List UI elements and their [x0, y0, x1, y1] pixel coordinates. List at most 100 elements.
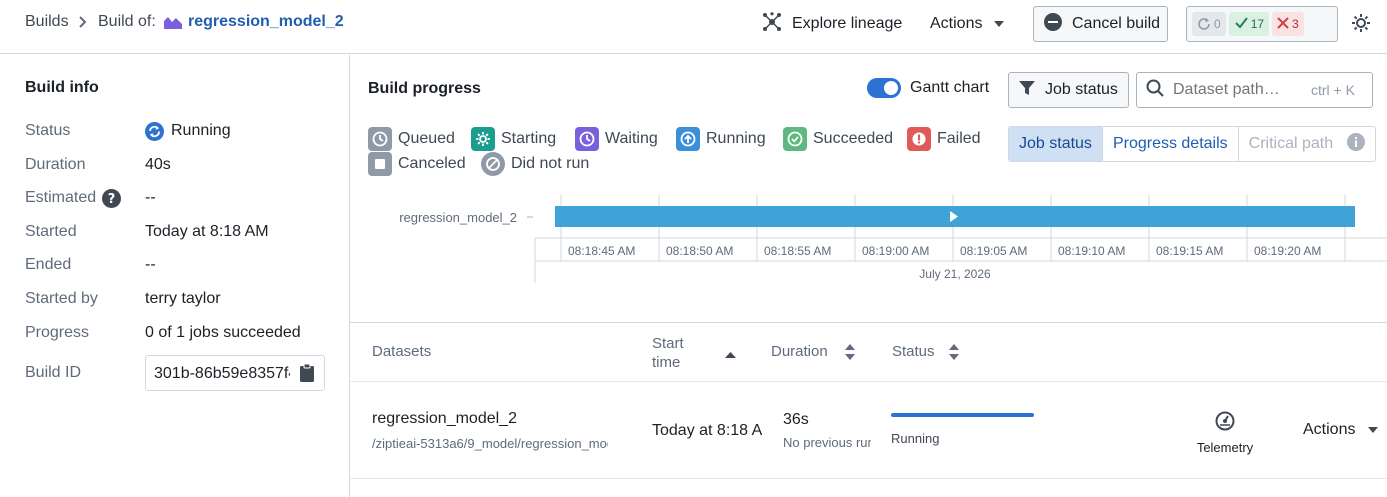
sort-icon[interactable]	[949, 344, 959, 365]
gantt-tick-label: 08:19:15 AM	[1156, 244, 1223, 258]
cancel-build-button[interactable]: Cancel build	[1033, 6, 1168, 42]
duration-label: Duration	[25, 156, 86, 173]
dataset-search-field[interactable]: ctrl + K	[1136, 72, 1373, 108]
legend-starting: Starting	[471, 127, 556, 151]
row-status: Running	[891, 431, 940, 446]
legend-label: Running	[706, 130, 766, 147]
row-actions-button[interactable]: Actions	[1303, 421, 1379, 439]
sort-asc-icon[interactable]	[725, 346, 736, 364]
table-divider	[350, 322, 1387, 323]
duration-sub: No previous run	[783, 435, 871, 450]
legend-label: Starting	[501, 130, 557, 147]
clock-icon	[368, 127, 392, 151]
job-status-filter-button[interactable]: Job status	[1008, 72, 1129, 108]
sort-icon[interactable]	[845, 344, 855, 365]
view-progress-details[interactable]: Progress details	[1103, 127, 1239, 161]
critical-path-label: Critical path	[1248, 135, 1334, 152]
help-icon[interactable]: ?	[102, 189, 121, 213]
gantt-tick-label: 08:19:00 AM	[862, 244, 929, 258]
info-icon	[1347, 132, 1366, 156]
gantt-date-label: July 21, 2026	[919, 267, 991, 281]
running-status-icon	[145, 122, 164, 146]
success-count: 17	[1250, 17, 1265, 31]
arrow-up-icon	[676, 127, 700, 151]
build-id-value: 301b-86b59e8357f4	[154, 365, 298, 382]
failed-count: 3	[1292, 17, 1299, 31]
clipboard-icon[interactable]	[290, 356, 324, 390]
legend-waiting: Waiting	[575, 127, 658, 151]
column-header-status[interactable]: Status	[892, 343, 935, 360]
build-info-panel: Build info Status Running Duration 40s E…	[0, 55, 350, 497]
status-value: Running	[171, 122, 231, 139]
check-icon	[783, 127, 807, 151]
start-time-value: Today at 8:18 AM	[652, 422, 762, 439]
legend-succeeded: Succeeded	[783, 127, 893, 151]
gantt-tick-label: 08:18:50 AM	[666, 244, 733, 258]
explore-lineage-label: Explore lineage	[792, 15, 903, 32]
retry-count-badge[interactable]: 0	[1192, 12, 1226, 36]
build-progress-panel: Build progress Gantt chart Job status ct…	[350, 55, 1387, 497]
build-id-label: Build ID	[25, 364, 82, 381]
job-counts: 0 17 3	[1186, 6, 1338, 42]
chevron-right-icon	[78, 13, 88, 36]
view-segmented-control: Job status Progress details Critical pat…	[1008, 126, 1377, 162]
stop-icon	[368, 152, 392, 176]
legend-canceled: Canceled	[368, 152, 466, 176]
status-label: Status	[25, 122, 71, 139]
duration-value: 40s	[145, 156, 171, 173]
legend-label: Canceled	[398, 155, 466, 172]
started-label: Started	[25, 223, 77, 240]
gantt-tick-label: 08:18:45 AM	[568, 244, 635, 258]
telemetry-label: Telemetry	[1196, 440, 1254, 455]
dataset-model-icon	[163, 15, 183, 36]
actions-label: Actions	[930, 15, 983, 32]
clock-icon	[575, 127, 599, 151]
refresh-icon	[1197, 16, 1211, 33]
dataset-path: /ziptieai-5313a6/9_model/regression_mode…	[372, 436, 608, 451]
legend-queued: Queued	[368, 127, 455, 151]
settings-gear-icon[interactable]	[1351, 13, 1371, 38]
ended-value: --	[145, 256, 156, 273]
duration-value: 36s	[783, 411, 809, 428]
view-job-status[interactable]: Job status	[1009, 127, 1103, 161]
success-count-badge[interactable]: 17	[1228, 12, 1270, 36]
column-header-start-time[interactable]: Start time	[652, 334, 696, 372]
gantt-toggle[interactable]: Gantt chart	[867, 78, 989, 98]
toggle-switch[interactable]	[867, 78, 901, 98]
breadcrumb-build-of: Build of:	[98, 13, 156, 30]
breadcrumb-builds[interactable]: Builds	[25, 13, 69, 31]
search-icon	[1146, 79, 1164, 102]
actions-menu-button[interactable]: Actions	[930, 6, 1005, 42]
legend-running: Running	[676, 127, 766, 151]
dataset-search-input[interactable]	[1173, 81, 1293, 99]
dataset-name[interactable]: regression_model_2	[372, 410, 517, 428]
build-progress-title: Build progress	[368, 80, 481, 97]
caret-down-icon	[994, 15, 1005, 33]
gauge-icon	[1215, 411, 1235, 436]
minus-circle-icon	[1044, 12, 1062, 36]
error-icon	[907, 127, 931, 151]
breadcrumb-dataset[interactable]: regression_model_2	[188, 13, 344, 31]
telemetry-button[interactable]: Telemetry	[1188, 411, 1262, 455]
gantt-row-label: regression_model_2	[399, 210, 517, 225]
legend-label: Failed	[937, 130, 981, 147]
progress-value: 0 of 1 jobs succeeded	[145, 324, 301, 341]
build-id-field[interactable]: 301b-86b59e8357f4	[145, 355, 325, 391]
legend-label: Did not run	[511, 155, 590, 172]
explore-lineage-button[interactable]: Explore lineage	[762, 6, 902, 42]
lineage-icon	[762, 11, 782, 37]
column-header-datasets[interactable]: Datasets	[372, 343, 431, 360]
svg-text:?: ?	[108, 192, 116, 207]
cancel-build-label: Cancel build	[1072, 15, 1161, 32]
build-info-title: Build info	[25, 79, 99, 96]
failed-count-badge[interactable]: 3	[1272, 12, 1304, 36]
legend-label: Waiting	[605, 130, 658, 147]
caret-down-icon	[1368, 421, 1379, 439]
estimated-value: --	[145, 189, 156, 206]
legend-label: Queued	[398, 130, 455, 147]
view-critical-path[interactable]: Critical path	[1239, 127, 1375, 161]
column-header-duration[interactable]: Duration	[771, 343, 828, 360]
gantt-tick-label: 08:19:10 AM	[1058, 244, 1125, 258]
progress-label: Progress	[25, 324, 90, 341]
running-progress-bar	[891, 413, 1034, 417]
